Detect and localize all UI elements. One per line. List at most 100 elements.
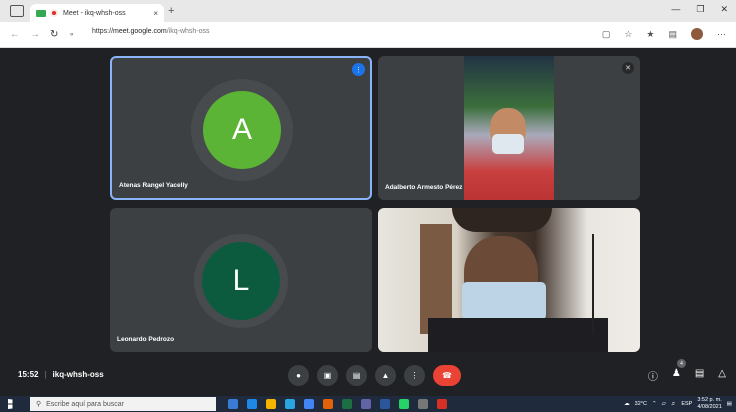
windows-start-icon[interactable] bbox=[8, 399, 13, 409]
minimize-icon[interactable]: — bbox=[671, 4, 680, 15]
tray-expand-icon[interactable]: ⌃ bbox=[652, 401, 657, 407]
participant-tile-2[interactable]: ✕ Adalberto Armesto Pérez bbox=[378, 56, 640, 200]
participant-name: Atenas Rangel Yacelly bbox=[119, 182, 188, 189]
close-window-icon[interactable]: ✕ bbox=[720, 4, 728, 15]
weather-icon: ☁ bbox=[624, 401, 630, 407]
meeting-stage: A ⋮ Atenas Rangel Yacelly ✕ Adalberto Ar… bbox=[0, 48, 736, 368]
system-tray: ☁ 32°C ⌃ ▱ ♬ ESP 3:52 p. m. 4/08/2021 ▤ bbox=[624, 397, 732, 411]
language[interactable]: ESP bbox=[681, 401, 692, 407]
more-menu-icon[interactable]: ⋯ bbox=[717, 29, 726, 40]
task-view-icon[interactable] bbox=[228, 399, 238, 409]
present-button[interactable]: ▲ bbox=[375, 365, 396, 386]
favorite-icon[interactable]: ☆ bbox=[624, 29, 632, 40]
meeting-info-icon[interactable]: ⓘ bbox=[648, 368, 658, 383]
microphone-icon: ● bbox=[296, 371, 301, 380]
word-icon[interactable] bbox=[380, 399, 390, 409]
chrome-icon[interactable] bbox=[304, 399, 314, 409]
camera-in-use-icon[interactable]: ▢ bbox=[602, 29, 611, 40]
speaking-indicator-icon: ⋮ bbox=[352, 63, 365, 76]
mic-off-icon: ✕ bbox=[622, 62, 634, 74]
back-icon[interactable]: ← bbox=[10, 29, 20, 40]
video-lamp bbox=[592, 234, 594, 334]
temperature: 32°C bbox=[634, 401, 647, 407]
notifications-icon[interactable]: ▤ bbox=[727, 401, 732, 407]
browser-tab-meet[interactable]: Meet - ikq-whsh-oss × bbox=[30, 4, 164, 22]
excel-icon[interactable] bbox=[342, 399, 352, 409]
profile-avatar[interactable] bbox=[691, 28, 703, 40]
tab-title: Meet - ikq-whsh-oss bbox=[63, 9, 126, 17]
meeting-details: 15:52 | ikq-whsh-oss bbox=[18, 370, 104, 379]
participant-tile-1[interactable]: A ⋮ Atenas Rangel Yacelly bbox=[110, 56, 372, 200]
firefox-icon[interactable] bbox=[323, 399, 333, 409]
call-end-icon: ☎ bbox=[442, 371, 452, 380]
people-icon[interactable]: ♟ bbox=[672, 368, 681, 383]
search-icon: ⚲ bbox=[36, 401, 42, 408]
camera-icon: ▣ bbox=[323, 371, 332, 380]
leave-call-button[interactable]: ☎ bbox=[433, 365, 461, 386]
windows-taskbar: ⚲ Escribe aquí para buscar ☁ 32°C ⌃ ▱ ♬ … bbox=[0, 396, 736, 412]
separator: | bbox=[44, 370, 47, 379]
url-scheme: https:// bbox=[92, 28, 114, 35]
favorites-bar-icon[interactable]: ★ bbox=[646, 29, 654, 40]
acrobat-icon[interactable] bbox=[437, 399, 447, 409]
tab-close-icon[interactable]: × bbox=[153, 9, 158, 18]
video-mask bbox=[492, 134, 524, 154]
lock-icon: ⚬ bbox=[68, 30, 76, 39]
network-icon[interactable]: ▱ bbox=[662, 401, 666, 407]
more-vert-icon: ⋮ bbox=[410, 371, 419, 380]
taskbar-search[interactable]: ⚲ Escribe aquí para buscar bbox=[30, 397, 216, 411]
settings-icon[interactable] bbox=[418, 399, 428, 409]
volume-icon[interactable]: ♬ bbox=[671, 401, 677, 407]
browser-tabstrip: Meet - ikq-whsh-oss × + — ❐ ✕ bbox=[0, 0, 736, 22]
mail-icon[interactable] bbox=[247, 399, 257, 409]
file-explorer-icon[interactable] bbox=[266, 399, 276, 409]
avatar: L bbox=[202, 242, 280, 320]
taskbar-clock[interactable]: 3:52 p. m. 4/08/2021 bbox=[697, 397, 721, 411]
taskbar-apps bbox=[228, 399, 447, 409]
recording-indicator-icon bbox=[50, 9, 58, 17]
chat-icon[interactable]: ▤ bbox=[695, 368, 704, 383]
microphone-button[interactable]: ● bbox=[288, 365, 309, 386]
participant-video bbox=[378, 208, 640, 352]
whatsapp-icon[interactable] bbox=[399, 399, 409, 409]
captions-button[interactable]: ▤ bbox=[346, 365, 367, 386]
more-options-button[interactable]: ⋮ bbox=[404, 365, 425, 386]
avatar: A bbox=[203, 91, 281, 169]
search-placeholder: Escribe aquí para buscar bbox=[46, 400, 124, 408]
participant-video bbox=[464, 56, 554, 200]
browser-toolbar-icons: ▢ ☆ ★ ▤ ⋯ bbox=[602, 28, 726, 40]
participant-name: Adalberto Armesto Pérez bbox=[385, 184, 463, 191]
meeting-code: ikq-whsh-oss bbox=[52, 370, 104, 379]
activities-icon[interactable]: △ bbox=[718, 368, 726, 383]
url-field[interactable]: https://meet.google.com/ikq-whsh-oss bbox=[92, 28, 210, 35]
video-mask bbox=[462, 282, 546, 320]
participant-name: Leonardo Pedrozo bbox=[117, 336, 175, 343]
window-controls: — ❐ ✕ bbox=[671, 4, 728, 15]
new-tab-icon[interactable]: + bbox=[168, 5, 174, 17]
screen: Meet - ikq-whsh-oss × + — ❐ ✕ ← → ↻ ⚬ ht… bbox=[0, 0, 736, 412]
captions-icon: ▤ bbox=[352, 371, 361, 380]
meeting-controls-bar: 15:52 | ikq-whsh-oss ● ▣ ▤ ▲ ⋮ ☎ ⓘ ♟ ▤ △… bbox=[0, 359, 736, 388]
participant-tile-3[interactable]: L Leonardo Pedrozo bbox=[110, 208, 372, 352]
meeting-time: 15:52 bbox=[18, 370, 39, 379]
teams-icon[interactable] bbox=[361, 399, 371, 409]
present-icon: ▲ bbox=[381, 371, 390, 380]
maximize-icon[interactable]: ❐ bbox=[696, 4, 704, 15]
clock-date: 4/08/2021 bbox=[697, 404, 722, 410]
video-shirt bbox=[428, 318, 608, 352]
video-hat bbox=[452, 208, 552, 232]
participant-tile-4[interactable] bbox=[378, 208, 640, 352]
forward-icon[interactable]: → bbox=[30, 29, 40, 40]
meet-favicon-icon bbox=[36, 9, 46, 17]
tab-actions-icon[interactable] bbox=[10, 5, 24, 17]
clock-time: 3:52 p. m. bbox=[697, 397, 722, 403]
url-host: meet.google.com bbox=[113, 28, 167, 35]
people-count-badge: 4 bbox=[677, 359, 686, 368]
url-path: /ikq-whsh-oss bbox=[166, 28, 210, 35]
reload-icon[interactable]: ↻ bbox=[50, 29, 58, 40]
address-bar: ← → ↻ ⚬ https://meet.google.com/ikq-whsh… bbox=[0, 22, 736, 48]
side-panel-controls: ⓘ ♟ ▤ △ bbox=[648, 368, 726, 383]
edge-icon[interactable] bbox=[285, 399, 295, 409]
collections-icon[interactable]: ▤ bbox=[668, 29, 677, 40]
camera-button[interactable]: ▣ bbox=[317, 365, 338, 386]
